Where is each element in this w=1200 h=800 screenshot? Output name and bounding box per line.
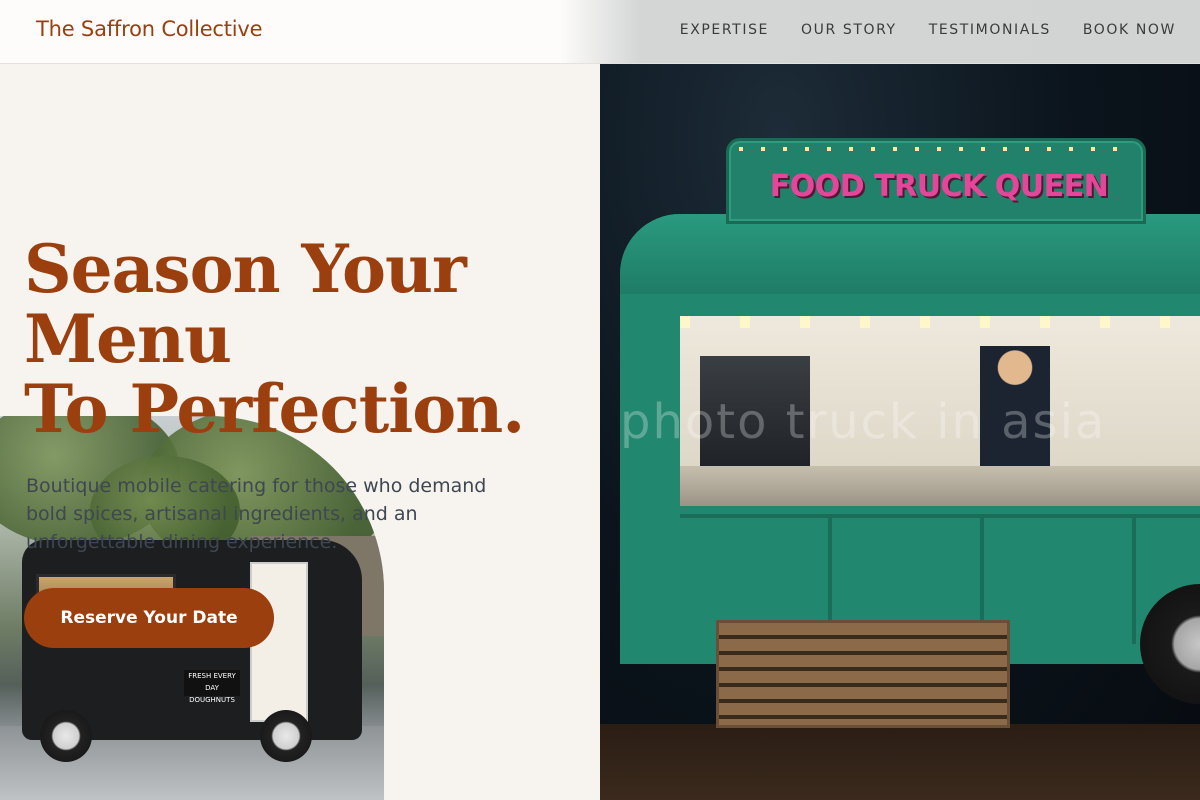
marquee-text: FOOD TRUCK QUEEN bbox=[769, 169, 1109, 204]
wooden-planter-crate bbox=[716, 620, 1010, 728]
hero-subtext: Boutique mobile catering for those who d… bbox=[26, 475, 487, 553]
nav-link-book-now[interactable]: BOOK NOW bbox=[1083, 22, 1176, 38]
nav-link-our-story[interactable]: OUR STORY bbox=[801, 22, 897, 38]
headline-line-1: Season Your bbox=[24, 230, 467, 308]
truck-roof bbox=[620, 214, 1200, 294]
photo-watermark: photo truck in asia bbox=[620, 394, 1107, 450]
truck-sign: FRESH EVERY DAY DOUGHNUTS bbox=[184, 670, 240, 704]
truck-wheel bbox=[40, 710, 92, 762]
reserve-date-button[interactable]: Reserve Your Date bbox=[24, 588, 274, 648]
headline-line-3: To Perfection. bbox=[24, 370, 525, 448]
counter bbox=[680, 466, 1200, 506]
nav-link-expertise[interactable]: EXPERTISE bbox=[680, 22, 769, 38]
ground bbox=[600, 724, 1200, 800]
headline-line-2: Menu bbox=[24, 300, 232, 378]
nav-link-testimonials[interactable]: TESTIMONIALS bbox=[929, 22, 1051, 38]
hero-left-panel: FRESH EVERY DAY DOUGHNUTS Season Your Me… bbox=[0, 64, 600, 800]
brand-logo[interactable]: The Saffron Collective bbox=[36, 17, 263, 41]
site-header: The Saffron Collective EXPERTISE OUR STO… bbox=[0, 0, 1200, 64]
string-lights bbox=[680, 316, 1200, 328]
hero-headline: Season Your Menu To Perfection. bbox=[24, 234, 584, 444]
page: The Saffron Collective EXPERTISE OUR STO… bbox=[0, 0, 1200, 800]
hero-food-truck-photo: FOOD TRUCK QUEEN photo truck in asia bbox=[600, 64, 1200, 800]
truck-wheel bbox=[260, 710, 312, 762]
marquee-bulbs bbox=[739, 147, 1133, 151]
truck-marquee-sign: FOOD TRUCK QUEEN bbox=[726, 138, 1146, 224]
main-nav: EXPERTISE OUR STORY TESTIMONIALS BOOK NO… bbox=[680, 22, 1176, 38]
